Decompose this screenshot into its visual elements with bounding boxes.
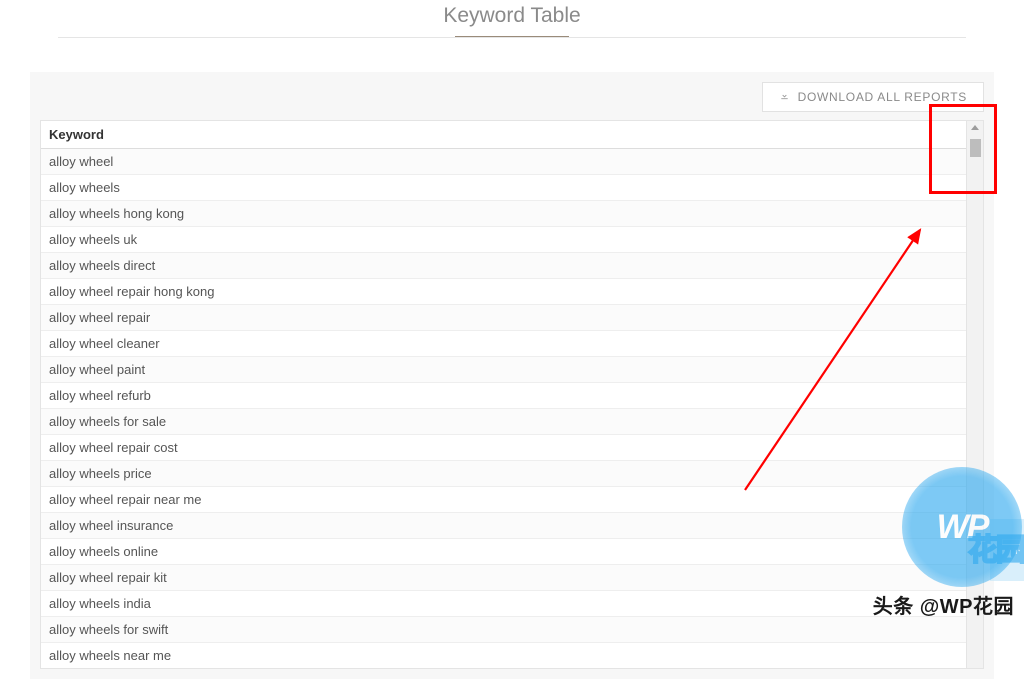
- keyword-cell: alloy wheels near me: [41, 643, 983, 669]
- table-row[interactable]: alloy wheel cleaner: [41, 331, 983, 357]
- keyword-cell: alloy wheel insurance: [41, 513, 983, 539]
- table-row[interactable]: alloy wheel paint: [41, 357, 983, 383]
- table-row[interactable]: alloy wheels for swift: [41, 617, 983, 643]
- table-row[interactable]: alloy wheel repair near me: [41, 487, 983, 513]
- column-header-keyword[interactable]: Keyword: [41, 121, 983, 149]
- watermark-hanzi: 花园: [968, 525, 1024, 569]
- download-button-label: DOWNLOAD ALL REPORTS: [798, 90, 967, 104]
- table-row[interactable]: alloy wheels online: [41, 539, 983, 565]
- keyword-cell: alloy wheel paint: [41, 357, 983, 383]
- keyword-cell: alloy wheel: [41, 149, 983, 175]
- keyword-cell: alloy wheel repair cost: [41, 435, 983, 461]
- table-row[interactable]: alloy wheel repair hong kong: [41, 279, 983, 305]
- table-row[interactable]: alloy wheel repair cost: [41, 435, 983, 461]
- table-row[interactable]: alloy wheels for sale: [41, 409, 983, 435]
- column-header-label: Keyword: [49, 127, 104, 142]
- scrollbar-thumb[interactable]: [970, 139, 981, 157]
- table-row[interactable]: alloy wheels hong kong: [41, 201, 983, 227]
- keyword-table: Keyword alloy wheelalloy wheelsalloy whe…: [41, 121, 983, 668]
- keyword-cell: alloy wheels for swift: [41, 617, 983, 643]
- download-all-reports-button[interactable]: DOWNLOAD ALL REPORTS: [762, 82, 984, 112]
- keyword-cell: alloy wheel repair near me: [41, 487, 983, 513]
- keyword-cell: alloy wheel refurb: [41, 383, 983, 409]
- table-row[interactable]: alloy wheels: [41, 175, 983, 201]
- table-row[interactable]: alloy wheels india: [41, 591, 983, 617]
- table-row[interactable]: alloy wheel repair: [41, 305, 983, 331]
- keyword-cell: alloy wheels: [41, 175, 983, 201]
- page-title: Keyword Table: [0, 0, 1024, 36]
- keyword-cell: alloy wheels hong kong: [41, 201, 983, 227]
- keyword-cell: alloy wheels price: [41, 461, 983, 487]
- keyword-cell: alloy wheel repair kit: [41, 565, 983, 591]
- keyword-cell: alloy wheels for sale: [41, 409, 983, 435]
- table-row[interactable]: alloy wheels price: [41, 461, 983, 487]
- keyword-cell: alloy wheel repair: [41, 305, 983, 331]
- scrollbar-arrow-up-icon[interactable]: [971, 125, 979, 130]
- table-row[interactable]: alloy wheels near me: [41, 643, 983, 669]
- toolbar: DOWNLOAD ALL REPORTS: [40, 82, 984, 112]
- table-row[interactable]: alloy wheel refurb: [41, 383, 983, 409]
- keyword-cell: alloy wheels uk: [41, 227, 983, 253]
- keyword-cell: alloy wheels online: [41, 539, 983, 565]
- table-row[interactable]: alloy wheel repair kit: [41, 565, 983, 591]
- title-divider: [58, 37, 966, 38]
- watermark-attribution: 头条 @WP花园: [873, 590, 1014, 619]
- table-row[interactable]: alloy wheels uk: [41, 227, 983, 253]
- table-row[interactable]: alloy wheel insurance: [41, 513, 983, 539]
- keyword-cell: alloy wheel repair hong kong: [41, 279, 983, 305]
- panel: DOWNLOAD ALL REPORTS Keyword alloy wheel…: [30, 72, 994, 679]
- keyword-cell: alloy wheels direct: [41, 253, 983, 279]
- download-icon: [779, 90, 790, 104]
- keyword-table-container: Keyword alloy wheelalloy wheelsalloy whe…: [40, 120, 984, 669]
- keyword-cell: alloy wheels india: [41, 591, 983, 617]
- table-row[interactable]: alloy wheel: [41, 149, 983, 175]
- table-row[interactable]: alloy wheels direct: [41, 253, 983, 279]
- keyword-cell: alloy wheel cleaner: [41, 331, 983, 357]
